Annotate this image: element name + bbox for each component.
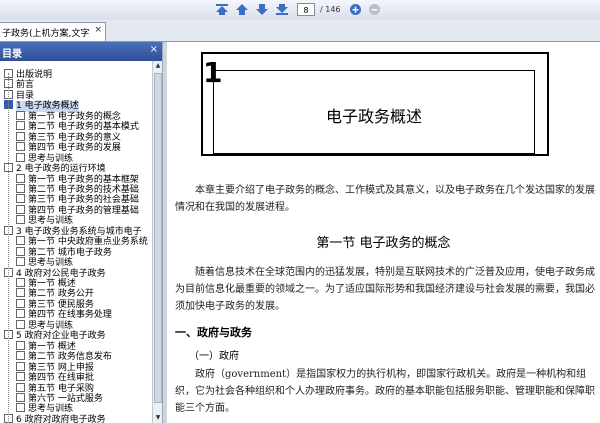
toc-node-icon[interactable]: [16, 278, 25, 287]
toolbar: 8 / 146: [0, 0, 600, 21]
toc-node-icon[interactable]: [16, 121, 25, 131]
toc-node-icon[interactable]: [16, 361, 25, 371]
toc-node-icon[interactable]: [16, 215, 25, 225]
toc-item[interactable]: 第四节 在线审批: [16, 372, 94, 383]
toc-node-icon[interactable]: [16, 246, 25, 256]
toc-node-icon[interactable]: [16, 131, 25, 141]
close-tab-icon[interactable]: ×: [94, 25, 102, 35]
scrollbar-thumb[interactable]: [154, 73, 162, 403]
document-tab-label: 子政务(上机方案,文字版: [2, 29, 90, 39]
intro-paragraph: 本章主要介绍了电子政务的概念、工作模式及其意义，以及电子政务在几个发达国家的发展…: [175, 185, 595, 213]
paragraph-1: 随着信息技术在全球范围内的迅猛发展，特别是互联网技术的广泛普及应用，使电子政务成…: [175, 267, 595, 312]
toc-item[interactable]: 第三节 电子政务的社会基础: [16, 194, 139, 205]
chapter-frame-inner: 电子政务概述: [213, 70, 535, 154]
toc-item[interactable]: 第一节 中央政府重点业务系统: [16, 236, 148, 247]
toc-item[interactable]: 6 政府对政府电子政务: [4, 413, 106, 423]
toc-panel: 出版说明 前言 目录 1 电子政务概述 第一节 电子政务的概念 第二节 电子政务的基本模式…: [0, 61, 152, 423]
toc-item[interactable]: 第四节 电子政务的发展: [16, 142, 121, 153]
toc-item[interactable]: 第一节 电子政务的基本框架: [16, 173, 139, 185]
toc-item[interactable]: 思考与训练: [16, 319, 73, 331]
toc-item[interactable]: 第三节 便民服务: [16, 298, 94, 310]
previous-page-icon[interactable]: [234, 2, 250, 17]
toc-item[interactable]: 第四节 在线事务处理: [16, 309, 112, 320]
toc-item[interactable]: 第二节 政务公开: [16, 288, 94, 299]
toc-node-icon[interactable]: [16, 257, 25, 267]
toc-node-icon[interactable]: [16, 110, 25, 120]
first-page-icon[interactable]: [214, 2, 230, 17]
last-page-icon[interactable]: [274, 2, 290, 17]
toc-title: 目录: [2, 49, 22, 60]
toc-node-icon[interactable]: [16, 309, 25, 319]
toc-node-icon[interactable]: [16, 194, 25, 204]
toc-item[interactable]: 思考与训练: [16, 257, 73, 268]
toc-item[interactable]: 第三节 网上申报: [16, 361, 94, 373]
zoom-out-icon[interactable]: [366, 2, 382, 17]
toc-item[interactable]: 1 电子政务概述: [4, 100, 79, 113]
toc-item[interactable]: 第二节 电子政务的基本模式: [16, 121, 139, 132]
scroll-down-icon[interactable]: ▼: [154, 414, 162, 422]
toc-item[interactable]: 第四节 电子政务的管理基础: [16, 204, 139, 216]
toc-item[interactable]: 第六节 一站式服务: [16, 392, 103, 404]
toc-node-icon[interactable]: [16, 288, 25, 298]
toc-node-icon[interactable]: [16, 351, 25, 361]
toc-tree-line: [8, 73, 9, 423]
toc-item[interactable]: 3 电子政务业务系统与城市电子: [4, 225, 142, 237]
toc-node-icon[interactable]: [16, 372, 25, 382]
page-number-input[interactable]: 8: [297, 3, 315, 16]
toc-item[interactable]: 第三节 电子政务的意义: [16, 131, 121, 143]
toc-item[interactable]: 第五节 电子采购: [16, 382, 94, 394]
paragraph-2: 政府（government）是指国家权力的执行机构，即国家行政机关。政府是一种机…: [175, 369, 595, 414]
page-total: / 146: [320, 5, 341, 14]
next-page-icon[interactable]: [254, 2, 270, 17]
toc-node-icon[interactable]: [16, 340, 25, 350]
toc-node-icon[interactable]: [16, 236, 25, 246]
toc-item[interactable]: 思考与训练: [16, 152, 73, 164]
toc-node-icon[interactable]: [16, 382, 25, 392]
toc-node-icon[interactable]: [16, 183, 25, 193]
toc-item[interactable]: 第二节 电子政务的技术基础: [16, 183, 139, 195]
toc-node-icon[interactable]: [16, 392, 25, 402]
toc-item[interactable]: 4 政府对公民电子政务: [4, 267, 106, 279]
toc-node-icon[interactable]: [16, 204, 25, 214]
toc-item[interactable]: 第一节 概述: [16, 340, 76, 352]
scroll-up-icon[interactable]: ▲: [154, 62, 162, 70]
toc-node-icon[interactable]: [16, 173, 25, 183]
toc-close-icon[interactable]: ×: [150, 44, 158, 55]
chapter-title: 电子政务概述: [325, 107, 422, 126]
toc-node-icon[interactable]: [16, 403, 25, 413]
tab-bar: 子政务(上机方案,文字版 ×: [0, 20, 600, 42]
toc-item[interactable]: 出版说明: [4, 69, 52, 80]
toc-item[interactable]: 5 政府对企业电子政务: [4, 330, 106, 341]
document-tab[interactable]: 子政务(上机方案,文字版 ×: [0, 22, 106, 41]
document-view: 电子政务概述 1 本章主要介绍了电子政务的概念、工作模式及其意义，以及电子政务在…: [167, 42, 600, 423]
toc-item[interactable]: 2 电子政务的运行环境: [4, 163, 106, 174]
toc-header: 目录 ×: [0, 42, 162, 61]
toc-node-icon[interactable]: [16, 152, 25, 162]
section-title: 第一节 电子政务的概念: [316, 236, 451, 251]
toc-node-icon[interactable]: [16, 142, 25, 152]
toc-item[interactable]: 思考与训练: [16, 403, 73, 414]
toc-item[interactable]: 第二节 政务信息发布: [16, 351, 112, 362]
toc-item[interactable]: 思考与训练: [16, 215, 73, 226]
toc-item[interactable]: 第二节 城市电子政务: [16, 246, 112, 258]
zoom-in-icon[interactable]: [347, 2, 363, 17]
subsubsection-heading: （一）政府: [189, 351, 239, 362]
toc-item[interactable]: 第一节 电子政务的概念: [16, 110, 121, 122]
chapter-number: 1: [203, 56, 223, 89]
toc-item-label: 6 政府对政府电子政务: [16, 414, 106, 423]
subsection-heading: 一、政府与政务: [175, 326, 252, 339]
toc-item[interactable]: 第一节 概述: [16, 278, 76, 289]
toc-node-icon[interactable]: [16, 298, 25, 308]
toc-node-icon[interactable]: [16, 319, 25, 329]
